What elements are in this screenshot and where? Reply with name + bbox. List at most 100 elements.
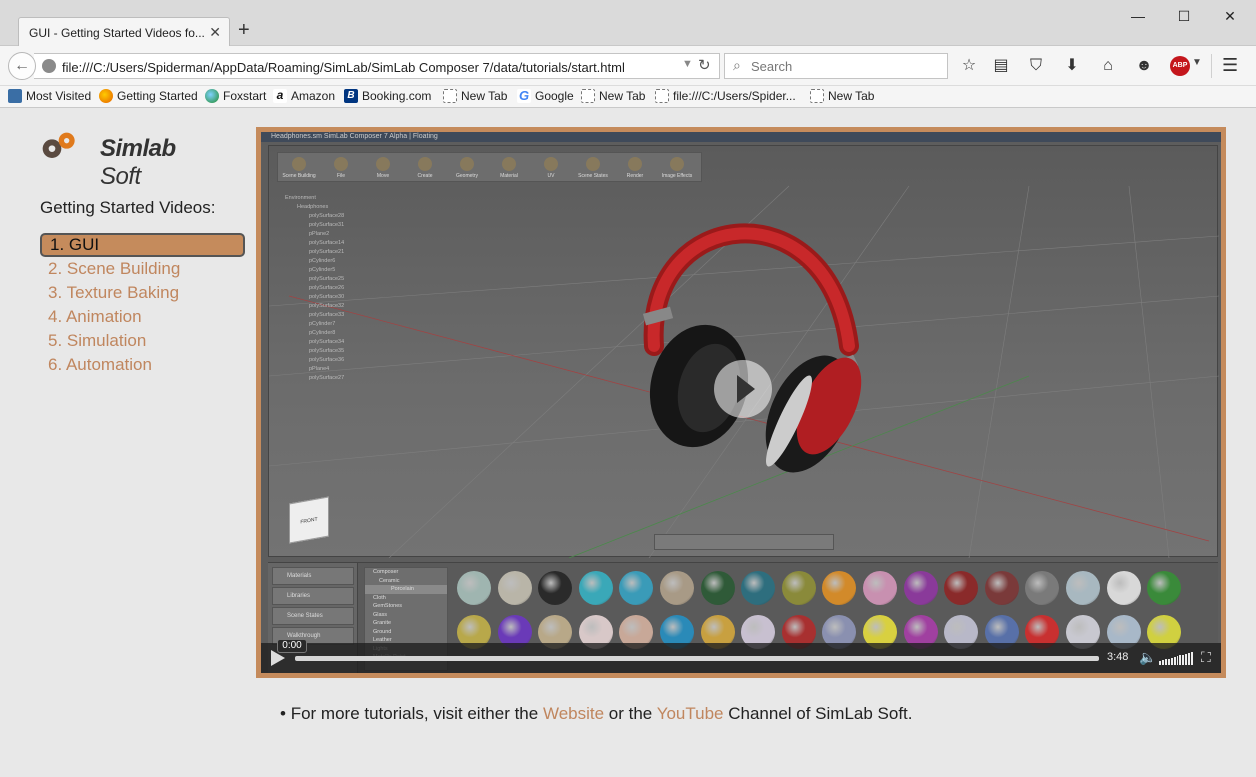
google-icon: G [517,88,531,103]
minimize-icon[interactable]: — [1128,8,1148,24]
ribbon-move: Move [362,153,404,181]
page-icon [581,89,595,103]
tree-node: pPlane4 [309,366,330,372]
material-swatch [1147,571,1182,605]
tab-title: GUI - Getting Started Videos fo... [29,26,205,40]
footnote: • For more tutorials, visit either the W… [280,704,913,723]
volume-icon[interactable]: 🔈 [1139,649,1156,666]
navigation-toolbar: file:///C:/Users/Spiderman/AppData/Roami… [0,46,1256,86]
new-tab-plus-icon[interactable]: + [238,20,250,40]
tree-node: polySurface36 [309,357,345,363]
globe-icon [42,59,56,73]
toolbar-separator [1211,54,1212,78]
tree-node: pPlane2 [309,231,330,237]
tree-node: polySurface35 [309,348,345,354]
volume-bar [1164,659,1167,665]
title-bar: GUI - Getting Started Videos fo... ✕ + —… [0,0,1256,47]
history-dropdown-icon[interactable]: ▼ [682,58,693,70]
duration: 3:48 [1107,651,1129,663]
bookmark-booking[interactable]: B Booking.com [344,89,431,103]
video-item-automation[interactable]: 6. Automation [40,353,245,377]
tree-node: polySurface33 [309,312,345,318]
material-swatch [1106,571,1141,605]
volume-bar [1159,661,1161,665]
search-icon: ⌕ [733,57,741,73]
volume-bar [1161,660,1164,665]
progress-track[interactable] [295,656,1099,661]
hamburger-menu-icon[interactable]: ☰ [1222,55,1238,76]
reload-icon[interactable]: ↻ [698,56,711,74]
amazon-icon: a [273,89,287,103]
page-icon [810,89,824,103]
video-player[interactable]: Headphones.sm SimLab Composer 7 Alpha | … [256,127,1226,678]
bookmark-new-tab-2[interactable]: New Tab [581,89,645,103]
gear-logo-icon [42,132,75,158]
download-icon[interactable]: ⬇ [1061,55,1083,77]
library-node: Cloth [373,594,386,601]
website-link[interactable]: Website [543,704,604,723]
browser-tab[interactable]: GUI - Getting Started Videos fo... ✕ [18,17,230,47]
url-bar[interactable]: file:///C:/Users/Spiderman/AppData/Roami… [34,53,720,79]
volume-slider[interactable] [1159,651,1194,665]
volume-bar [1188,653,1191,665]
view-cube: FRONT [289,496,329,544]
search-input[interactable] [751,56,941,76]
home-icon[interactable]: ⌂ [1097,55,1119,77]
tree-node: polySurface21 [309,249,345,255]
foxstart-icon [205,89,219,103]
bookmark-file-path[interactable]: file:///C:/Users/Spider... [655,89,796,103]
video-item-texture-baking[interactable]: 3. Texture Baking [40,281,245,305]
volume-bar [1167,658,1170,665]
maximize-icon[interactable]: ☐ [1174,8,1194,25]
ribbon-render: Render [614,153,656,181]
current-time: 0:00 [277,639,307,653]
pocket-icon[interactable]: ⛉ [1025,55,1047,77]
fullscreen-icon[interactable]: ⛶ [1201,649,1211,666]
tree-root: Headphones [297,204,329,210]
library-node: GemStones [373,603,403,609]
logo-text: Simlab Soft [100,135,176,190]
video-item-gui[interactable]: 1. GUI [40,233,245,257]
headphones-model [642,223,862,473]
library-node: Ground [373,628,392,635]
bookmark-new-tab-3[interactable]: New Tab [810,89,874,103]
video-item-simulation[interactable]: 5. Simulation [40,329,245,353]
reading-list-icon[interactable]: ▤ [990,55,1012,77]
video-item-scene-building[interactable]: 2. Scene Building [40,257,245,281]
tree-node: pCylinder5 [309,267,336,273]
bookmark-most-visited[interactable]: Most Visited [8,89,91,103]
video-item-animation[interactable]: 4. Animation [40,305,245,329]
play-overlay-icon[interactable] [714,360,772,418]
url-text[interactable]: file:///C:/Users/Spiderman/AppData/Roami… [62,60,625,75]
material-swatch [984,571,1019,605]
bookmark-amazon[interactable]: a Amazon [273,89,335,103]
volume-bar [1173,657,1176,665]
adblock-dropdown-icon[interactable]: ▼ [1192,57,1202,68]
app-ribbon: Scene Building File Move Create Geometry… [277,152,702,182]
bookmark-foxstart[interactable]: Foxstart [205,89,266,103]
videos-heading: Getting Started Videos: [40,198,216,217]
youtube-link[interactable]: YouTube [657,704,724,723]
video-frame: Headphones.sm SimLab Composer 7 Alpha | … [261,132,1221,673]
bookmark-star-icon[interactable]: ☆ [958,55,980,77]
library-node: Porcelain [365,585,447,594]
tab-close-icon[interactable]: ✕ [209,24,221,41]
firefox-icon [99,89,113,103]
search-bar[interactable]: ⌕ [724,53,948,79]
tree-node: polySurface26 [309,285,345,291]
material-swatch [457,571,491,605]
ribbon-scene-states: Scene States [572,153,614,181]
volume-bar [1191,652,1194,665]
bookmark-google[interactable]: G Google [517,89,574,103]
booking-icon: B [344,89,358,103]
hello-chat-icon[interactable]: ☻ [1133,55,1155,77]
material-swatch [822,571,857,605]
adblock-plus-icon[interactable]: ABP [1170,56,1190,76]
ribbon-scene-building: Scene Building [278,153,320,181]
volume-bar [1179,655,1182,665]
back-arrow-icon[interactable]: ← [8,52,36,80]
bookmark-getting-started[interactable]: Getting Started [99,89,198,103]
panel-tab-materials: Materials [272,567,354,585]
bookmark-new-tab-1[interactable]: New Tab [443,89,507,103]
close-window-icon[interactable]: ✕ [1220,8,1240,25]
